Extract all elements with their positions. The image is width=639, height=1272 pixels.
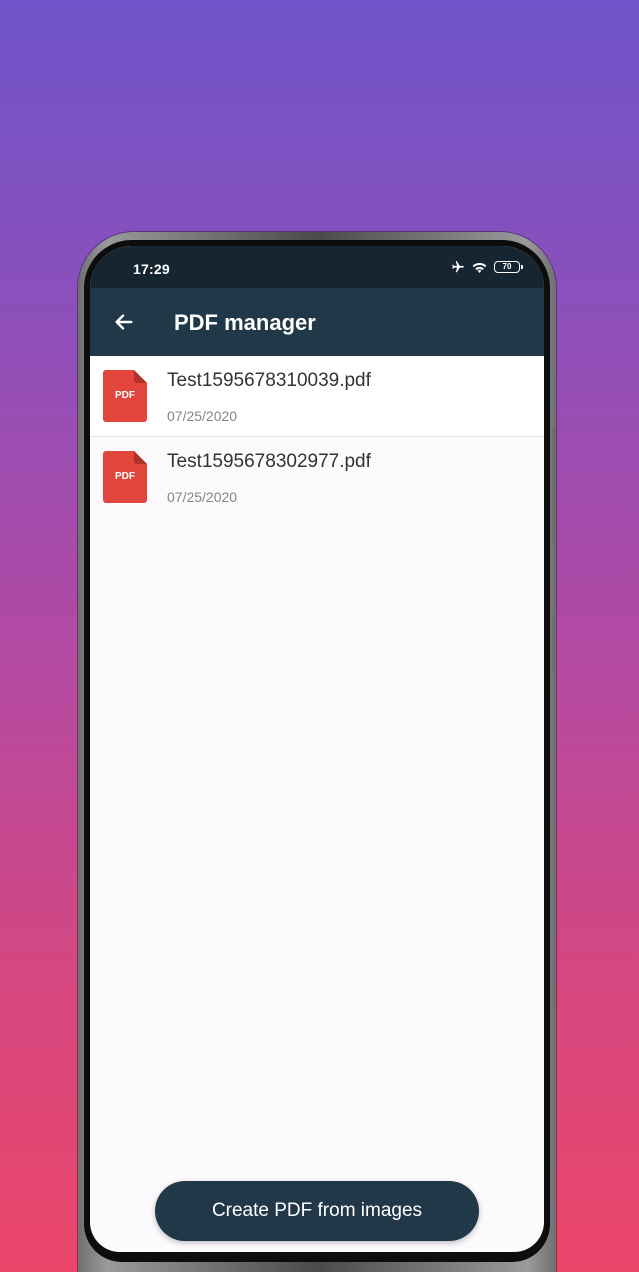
file-list: PDF Test1595678310039.pdf 07/25/2020 PDF… [90, 356, 544, 517]
pdf-icon-label: PDF [115, 390, 135, 401]
status-icons: 70 [451, 260, 523, 274]
phone-screen: 17:29 70 PDF manager PDF Test15956783100… [90, 246, 544, 1252]
file-date: 07/25/2020 [167, 489, 238, 505]
status-time: 17:29 [133, 261, 170, 277]
pdf-file-icon: PDF [103, 370, 147, 422]
file-date: 07/25/2020 [167, 408, 238, 424]
file-list-item[interactable]: PDF Test1595678310039.pdf 07/25/2020 [90, 356, 544, 437]
pdf-file-icon: PDF [103, 451, 147, 503]
file-list-item[interactable]: PDF Test1595678302977.pdf 07/25/2020 [90, 437, 544, 517]
wifi-icon [471, 260, 488, 274]
airplane-icon [451, 260, 465, 274]
app-bar: PDF manager [90, 288, 544, 356]
battery-icon: 70 [494, 261, 523, 273]
pdf-icon-label: PDF [115, 471, 135, 482]
power-button [552, 614, 556, 674]
create-pdf-button[interactable]: Create PDF from images [155, 1181, 479, 1241]
status-bar: 17:29 70 [90, 246, 544, 288]
file-name: Test1595678310039.pdf [167, 370, 371, 391]
back-button[interactable] [110, 308, 138, 336]
volume-button [552, 428, 556, 546]
back-arrow-icon [115, 314, 133, 330]
page-title: PDF manager [174, 310, 316, 335]
file-name: Test1595678302977.pdf [167, 451, 371, 472]
